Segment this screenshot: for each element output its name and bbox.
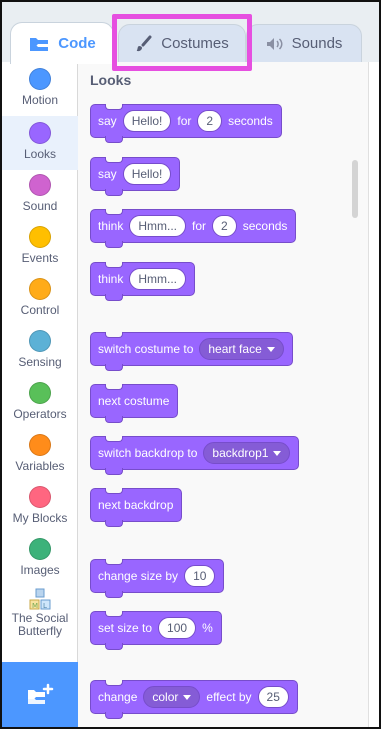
block-switch-costume[interactable]: switch costume to heart face: [90, 332, 293, 371]
block-text: for: [192, 219, 207, 233]
tab-code[interactable]: Code: [10, 22, 114, 64]
category-operators[interactable]: Operators: [2, 382, 78, 430]
block-input[interactable]: Hmm...: [129, 268, 187, 290]
editor-tab-bar: Code Costumes Sounds: [2, 2, 379, 71]
block-input[interactable]: 100: [158, 617, 197, 639]
block-text: seconds: [242, 219, 288, 233]
dropdown-value: heart face: [208, 342, 262, 356]
social-butterfly-icon: M L: [29, 588, 51, 610]
category-social-butterfly[interactable]: M L The Social Butterfly: [2, 588, 78, 658]
highlight-box: [112, 14, 252, 71]
control-color-icon: [29, 278, 51, 300]
variables-color-icon: [29, 434, 51, 456]
palette-category-title: Looks: [90, 72, 132, 88]
category-label: Events: [21, 251, 59, 265]
scratch-editor: Code Costumes Sounds Motion Looks Sound …: [0, 0, 381, 729]
events-color-icon: [29, 226, 51, 248]
dropdown-arrow-icon: [273, 450, 282, 456]
operators-color-icon: [29, 382, 51, 404]
category-sensing[interactable]: Sensing: [2, 330, 78, 378]
dropdown-value: backdrop1: [212, 446, 269, 460]
block-text: %: [202, 621, 213, 635]
block-next-backdrop[interactable]: next backdrop: [90, 488, 183, 527]
category-sound[interactable]: Sound: [2, 174, 78, 222]
svg-text:M: M: [32, 602, 38, 610]
block-change-size[interactable]: change size by 10: [90, 559, 225, 598]
block-input[interactable]: Hello!: [122, 163, 172, 185]
category-label: Sound: [22, 199, 58, 213]
category-label: Images: [20, 563, 60, 577]
dropdown-value: color: [152, 690, 179, 704]
workspace-edge: [368, 62, 379, 727]
block-text: next costume: [98, 394, 170, 408]
block-say[interactable]: say Hello!: [90, 157, 181, 196]
palette-scrollbar[interactable]: [352, 160, 358, 218]
block-input[interactable]: 10: [184, 565, 216, 587]
dropdown-arrow-icon: [266, 346, 275, 352]
category-variables[interactable]: Variables: [2, 434, 78, 482]
looks-color-icon: [29, 122, 51, 144]
motion-color-icon: [29, 68, 51, 90]
category-label: My Blocks: [12, 511, 68, 525]
category-label: Sensing: [18, 355, 62, 369]
block-input[interactable]: 25: [257, 686, 289, 708]
dropdown-arrow-icon: [183, 694, 192, 700]
category-looks[interactable]: Looks: [2, 116, 78, 170]
block-palette: Looks say Hello! for 2 seconds say Hello…: [78, 62, 368, 727]
block-input[interactable]: Hmm...: [129, 215, 187, 237]
block-text: switch costume to: [98, 342, 194, 356]
svg-text:L: L: [43, 602, 47, 610]
tab-code-label: Code: [58, 35, 96, 52]
category-label: Operators: [13, 407, 67, 421]
add-extension-button[interactable]: [2, 662, 78, 727]
category-control[interactable]: Control: [2, 278, 78, 326]
category-label: Looks: [23, 147, 57, 161]
block-switch-backdrop[interactable]: switch backdrop to backdrop1: [90, 436, 300, 475]
category-images[interactable]: Images: [2, 538, 78, 586]
block-text: change size by: [98, 569, 179, 583]
category-events[interactable]: Events: [2, 226, 78, 274]
block-input[interactable]: 2: [197, 110, 223, 132]
category-label: Variables: [15, 459, 65, 473]
block-input[interactable]: Hello!: [122, 110, 172, 132]
block-next-costume[interactable]: next costume: [90, 384, 179, 423]
block-text: think: [98, 219, 124, 233]
effect-dropdown[interactable]: color: [143, 686, 201, 708]
images-color-icon: [29, 538, 51, 560]
block-text: think: [98, 272, 124, 286]
costume-dropdown[interactable]: heart face: [199, 338, 284, 360]
speaker-icon: [266, 37, 283, 50]
add-extension-icon: [28, 683, 54, 704]
block-text: set size to: [98, 621, 153, 635]
block-text: say: [98, 167, 117, 181]
tab-sounds[interactable]: Sounds: [246, 24, 362, 62]
category-my-blocks[interactable]: My Blocks: [2, 486, 78, 534]
category-label: Control: [20, 303, 60, 317]
category-menu: Motion Looks Sound Events Control Sensin…: [2, 62, 78, 662]
block-text: effect by: [206, 690, 252, 704]
block-text: switch backdrop to: [98, 446, 198, 460]
block-think-for-seconds[interactable]: think Hmm... for 2 seconds: [90, 209, 297, 248]
category-motion[interactable]: Motion: [2, 68, 78, 116]
tab-sounds-label: Sounds: [291, 35, 343, 52]
block-text: say: [98, 114, 117, 128]
block-set-size[interactable]: set size to 100 %: [90, 611, 222, 650]
block-input[interactable]: 2: [212, 215, 237, 237]
block-text: change: [98, 690, 138, 704]
code-blocks-icon: [30, 37, 49, 51]
backdrop-dropdown[interactable]: backdrop1: [203, 442, 291, 464]
my-blocks-color-icon: [29, 486, 51, 508]
category-label: The Social Butterfly: [11, 611, 69, 638]
sound-color-icon: [29, 174, 51, 196]
category-label: Motion: [21, 93, 59, 107]
block-text: seconds: [228, 114, 273, 128]
sensing-color-icon: [29, 330, 51, 352]
block-text: next backdrop: [98, 498, 174, 512]
block-change-effect[interactable]: change color effect by 25: [90, 680, 298, 719]
block-think[interactable]: think Hmm...: [90, 262, 196, 301]
block-say-for-seconds[interactable]: say Hello! for 2 seconds: [90, 104, 282, 143]
block-text: for: [177, 114, 192, 128]
